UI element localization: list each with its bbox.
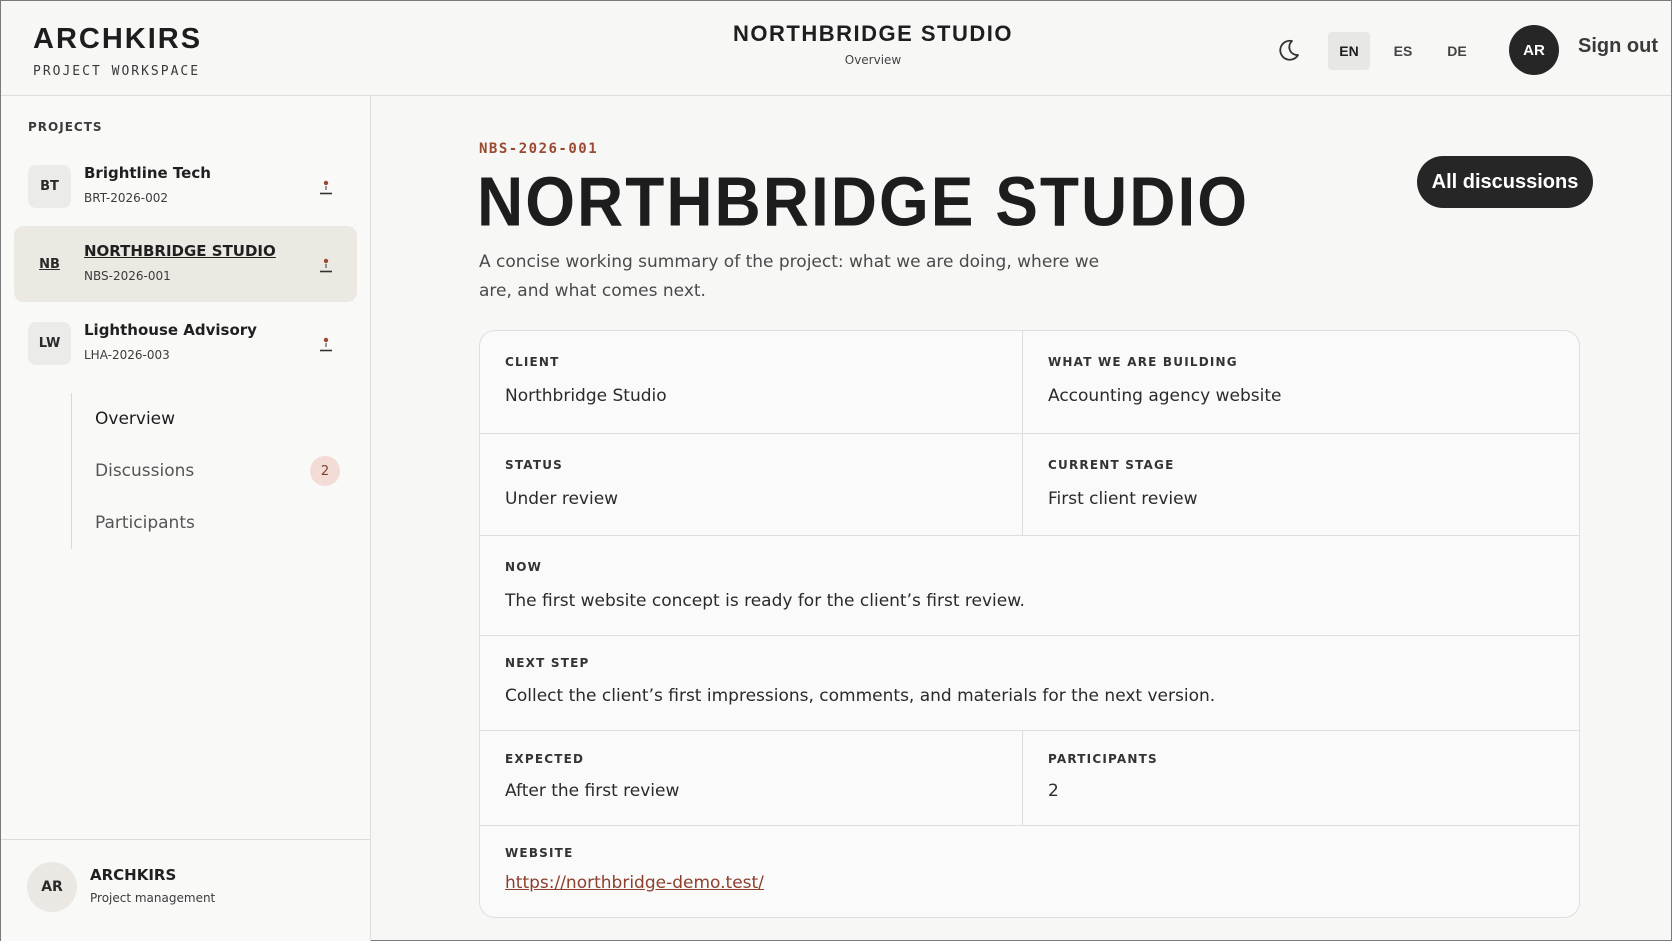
building-field: WHAT WE ARE BUILDING Accounting agency w… [1022, 331, 1579, 434]
website-link[interactable]: https://northbridge-demo.test/ [505, 873, 764, 893]
status-field: STATUS Under review [480, 434, 1022, 536]
next-step-field: NEXT STEP Collect the client’s first imp… [480, 636, 1579, 731]
brand-subtitle: PROJECT WORKSPACE [33, 64, 201, 79]
header-center: NORTHBRIDGE STUDIO Overview [701, 21, 1045, 67]
projects-heading: PROJECTS [28, 120, 103, 134]
field-value: Northbridge Studio [505, 386, 667, 406]
field-label: PARTICIPANTS [1048, 752, 1158, 766]
subnav-participants[interactable]: Participants [95, 513, 195, 533]
field-label: CURRENT STAGE [1048, 458, 1175, 472]
field-value: After the first review [505, 781, 680, 801]
top-header: ARCHKIRS PROJECT WORKSPACE NORTHBRIDGE S… [1, 1, 1671, 96]
field-label: EXPECTED [505, 752, 585, 766]
field-label: CLIENT [505, 355, 560, 369]
page-description: A concise working summary of the project… [479, 252, 1100, 301]
field-label: NOW [505, 560, 543, 574]
project-badge: LW [28, 322, 71, 365]
field-value: The first website concept is ready for t… [505, 591, 1025, 611]
page-title: NORTHBRIDGE STUDIO [477, 162, 1249, 241]
person-icon [320, 258, 332, 273]
website-field: WEBSITE https://northbridge-demo.test/ [480, 826, 1579, 917]
language-en-button[interactable]: EN [1328, 32, 1370, 70]
field-label: WHAT WE ARE BUILDING [1048, 355, 1238, 369]
brand[interactable]: ARCHKIRS PROJECT WORKSPACE [33, 23, 202, 79]
language-es-button[interactable]: ES [1382, 32, 1424, 70]
project-code: BRT-2026-002 [84, 191, 169, 205]
project-badge: BT [28, 165, 71, 208]
person-icon [320, 180, 332, 195]
footer-role: Project management [90, 891, 216, 905]
header-title: NORTHBRIDGE STUDIO [733, 21, 1013, 46]
field-value: Collect the client’s first impressions, … [505, 686, 1216, 706]
field-value: 2 [1048, 781, 1059, 801]
user-avatar[interactable]: AR [1509, 25, 1559, 75]
field-label: NEXT STEP [505, 656, 590, 670]
avatar[interactable]: AR [27, 862, 77, 912]
sign-out-button[interactable]: Sign out [1578, 35, 1658, 58]
sidebar-footer: AR ARCHKIRS Project management [1, 839, 370, 941]
discussions-count-badge: 2 [310, 456, 340, 486]
now-field: NOW The first website concept is ready f… [480, 536, 1579, 636]
subnav-overview[interactable]: Overview [95, 409, 175, 429]
field-value: Under review [505, 489, 619, 509]
field-label: WEBSITE [505, 846, 574, 860]
sidebar: PROJECTS BT Brightline Tech BRT-2026-002… [1, 96, 371, 941]
app-window: ARCHKIRS PROJECT WORKSPACE NORTHBRIDGE S… [0, 0, 1672, 941]
client-field: CLIENT Northbridge Studio [480, 331, 1022, 434]
main-content: NBS-2026-001 NORTHBRIDGE STUDIO A concis… [371, 96, 1671, 941]
project-item-lighthouse[interactable]: LW Lighthouse Advisory LHA-2026-003 [14, 305, 357, 381]
subnav-divider [71, 393, 72, 549]
project-summary-card: CLIENT Northbridge Studio WHAT WE ARE BU… [479, 330, 1580, 918]
all-discussions-button[interactable]: All discussions [1417, 156, 1593, 208]
person-icon [320, 337, 332, 352]
language-de-button[interactable]: DE [1436, 32, 1478, 70]
subnav-discussions[interactable]: Discussions [95, 461, 194, 481]
brand-name: ARCHKIRS [33, 23, 203, 55]
project-item-northbridge[interactable]: NB NORTHBRIDGE STUDIO NBS-2026-001 [14, 226, 357, 302]
stage-field: CURRENT STAGE First client review [1022, 434, 1579, 536]
field-value: Accounting agency website [1048, 386, 1282, 406]
project-badge: NB [28, 243, 71, 286]
footer-org-name: ARCHKIRS [90, 866, 177, 884]
project-name: Brightline Tech [84, 164, 211, 182]
project-item-brightline[interactable]: BT Brightline Tech BRT-2026-002 [14, 148, 357, 224]
project-code: NBS-2026-001 [84, 269, 171, 283]
expected-field: EXPECTED After the first review [480, 731, 1022, 826]
project-code-label: NBS-2026-001 [479, 141, 599, 157]
participants-field: PARTICIPANTS 2 [1022, 731, 1579, 826]
header-subtitle: Overview [844, 53, 902, 67]
project-name: NORTHBRIDGE STUDIO [84, 242, 276, 260]
field-label: STATUS [505, 458, 564, 472]
moon-icon[interactable] [1275, 36, 1303, 64]
project-code: LHA-2026-003 [84, 348, 170, 362]
project-name: Lighthouse Advisory [84, 321, 257, 339]
field-value: First client review [1048, 489, 1198, 509]
